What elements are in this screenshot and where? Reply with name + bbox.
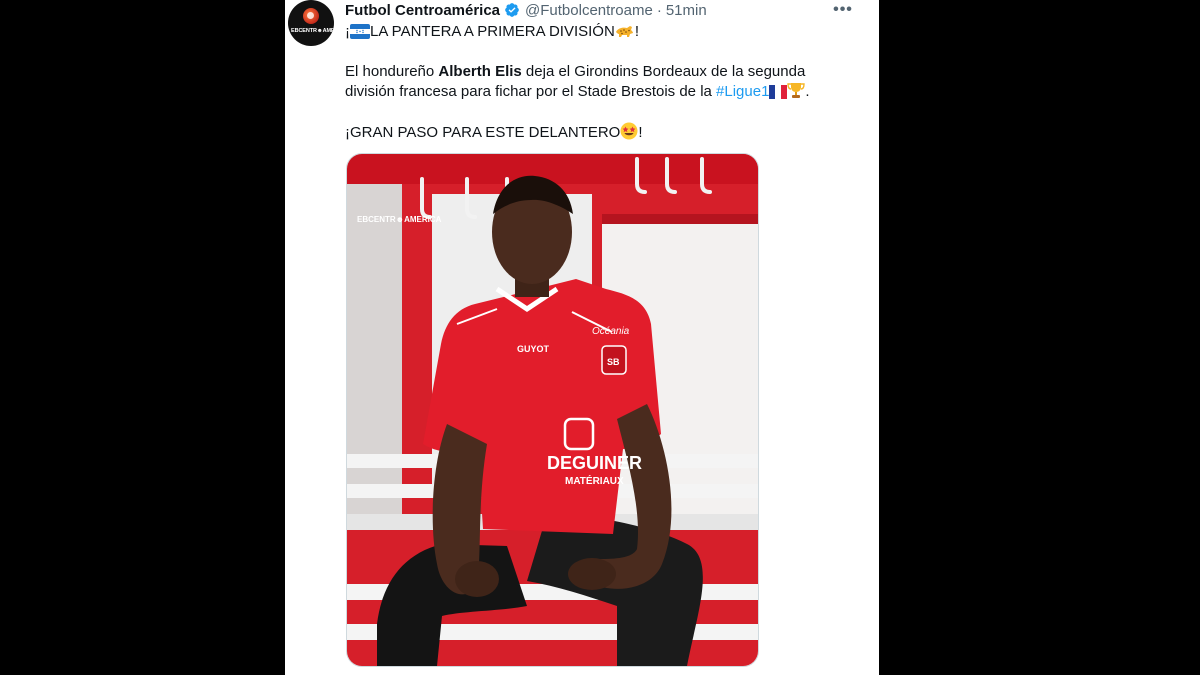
author-handle[interactable]: @Futbolcentroame [525,2,653,19]
text-player-name: Alberth Elis [438,63,522,80]
text-exclamation-end: ! [634,23,639,40]
tweet-media-photo[interactable]: EBCENTR☻AMERICA GUYOT Océania SB DEGUINE… [346,153,759,667]
tweet-line-3: división francesa para fichar por el Sta… [345,82,865,102]
tweet-card[interactable]: EBCENTR☻AMERICA Futbol Centroamérica @Fu… [285,0,879,675]
more-options-icon[interactable]: ••• [833,0,853,20]
author-name[interactable]: Futbol Centroamérica [345,2,500,19]
france-flag-icon [769,85,788,99]
club-badge-text: SB [607,357,620,367]
tweet-line-4: ¡GRAN PASO PARA ESTE DELANTERO! [345,122,865,143]
logo-ball-icon [303,8,319,24]
hashtag-link[interactable]: #Ligue1 [716,83,769,100]
avatar-logo-text: EBCENTR☻AMERICA [291,28,334,34]
text-line4: ¡GRAN PASO PARA ESTE DELANTERO [345,124,621,141]
text-line4-post: ! [638,124,643,141]
tweet-timestamp[interactable]: 51min [666,2,707,19]
text-line3-pre: división francesa para fichar por el Sta… [345,83,717,100]
star-struck-emoji-icon [620,122,638,140]
author-avatar[interactable]: EBCENTR☻AMERICA [288,0,334,46]
sponsor-right-text: Océania [592,326,630,337]
leopard-emoji-icon [615,26,633,37]
tweet-line-1: ¡ LA PANTERA A PRIMERA DIVISIÓN! [345,22,865,42]
tweet-header: Futbol Centroamérica @Futbolcentroame · … [345,0,707,20]
sponsor-main-text: DEGUINER [547,453,642,473]
separator-dot: · [656,1,662,19]
tweet-line-2: El hondureño Alberth Elis deja el Girond… [345,62,865,82]
photo-watermark: EBCENTR☻AMERICA [357,215,442,224]
tweet-text: ¡ LA PANTERA A PRIMERA DIVISIÓN! El hondu… [345,22,865,143]
text-line3-post: . [805,83,810,100]
honduras-flag-icon [350,24,370,39]
trophy-emoji-icon [787,83,806,98]
text-line2-pre: El hondureño [345,63,439,80]
player-photo: EBCENTR☻AMERICA GUYOT Océania SB DEGUINE… [347,154,758,666]
sponsor-top-text: GUYOT [517,344,550,354]
verified-badge-icon [505,3,519,17]
text-line2-post: deja el Girondins Bordeaux de la segunda [521,63,806,80]
text-headline: LA PANTERA A PRIMERA DIVISIÓN [370,23,615,40]
sponsor-sub-text: MATÉRIAUX [565,474,624,487]
